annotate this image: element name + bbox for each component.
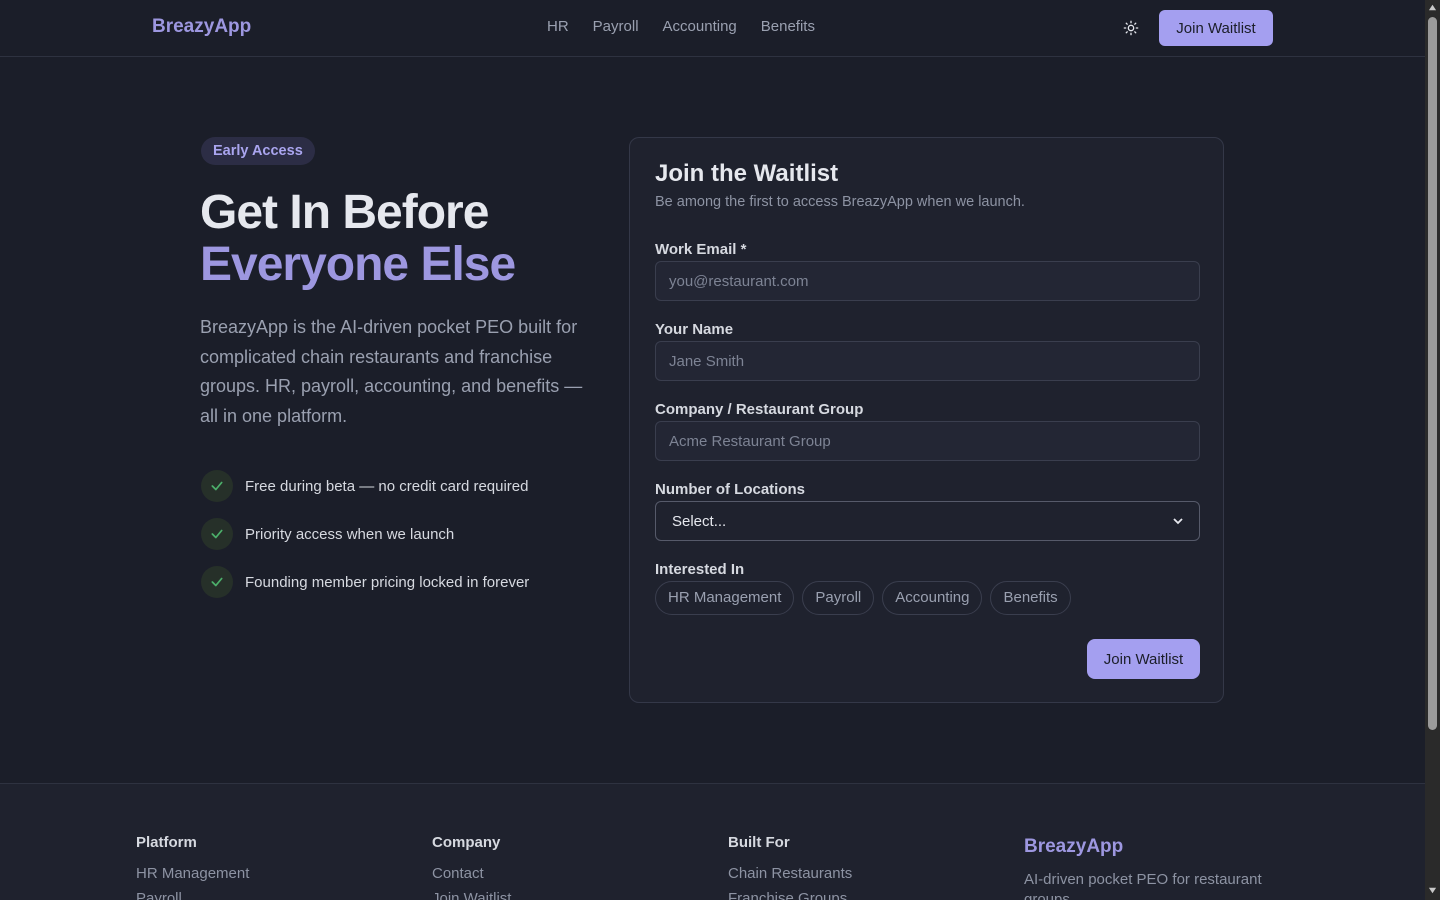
page: BreazyApp HR Payroll Accounting Benefits… [0,0,1425,900]
footer-column-title: Platform [136,834,197,851]
email-field[interactable] [655,261,1200,301]
email-label: Work Email * [655,241,747,258]
nav-link-benefits[interactable]: Benefits [761,18,815,35]
feature-item: Free during beta — no credit card requir… [201,470,529,502]
footer: Platform HR Management Payroll Company C… [0,783,1425,900]
check-icon [201,470,233,502]
brand-logo[interactable]: BreazyApp [152,16,251,38]
footer-column-platform: Platform HR Management Payroll [136,834,249,900]
locations-label: Number of Locations [655,481,806,498]
name-field[interactable] [655,341,1200,381]
chip-benefits[interactable]: Benefits [990,581,1071,615]
company-label: Company / Restaurant Group [655,401,864,418]
form-subtitle: Be among the first to access BreazyApp w… [655,194,1025,210]
feature-text: Priority access when we launch [245,525,455,543]
footer-description: AI-driven pocket PEO for restaurant grou… [1024,871,1262,900]
footer-column-title: Company [432,834,501,851]
footer-column-built-for: Built For Chain Restaurants Franchise Gr… [728,834,852,900]
hero-title-line2: Everyone Else [200,238,516,291]
submit-join-waitlist-button[interactable]: Join Waitlist [1087,639,1200,679]
feature-item: Founding member pricing locked in foreve… [201,566,529,598]
form-title: Join the Waitlist [655,160,839,187]
sun-icon [1123,20,1139,36]
check-icon [201,518,233,550]
company-field[interactable] [655,421,1200,461]
header-join-waitlist-button[interactable]: Join Waitlist [1159,10,1273,46]
waitlist-form-card: Join the Waitlist Be among the first to … [629,137,1224,703]
footer-link[interactable]: Franchise Groups [728,890,852,900]
interest-chips: HR Management Payroll Accounting Benefit… [655,581,1071,615]
hero-description: BreazyApp is the AI-driven pocket PEO bu… [200,317,583,426]
feature-text: Founding member pricing locked in foreve… [245,573,530,591]
nav-link-payroll[interactable]: Payroll [593,18,639,35]
scroll-up-arrow-icon[interactable] [1428,3,1437,12]
locations-select-value: Select... [672,512,727,530]
nav-link-hr[interactable]: HR [547,18,569,35]
hero-title: Get In Before Everyone Else [200,186,516,291]
hero-title-line1: Get In Before [200,186,489,239]
footer-link[interactable]: Payroll [136,890,249,900]
chevron-down-icon [1173,518,1183,525]
footer-link[interactable]: Join Waitlist [432,890,511,900]
main-nav: HR Payroll Accounting Benefits [547,18,815,35]
top-nav: BreazyApp HR Payroll Accounting Benefits… [0,0,1425,57]
footer-link[interactable]: Chain Restaurants [728,865,852,882]
footer-column-company: Company Contact Join Waitlist [432,834,511,900]
footer-link[interactable]: Contact [432,865,511,882]
locations-select[interactable]: Select... [655,501,1200,541]
chip-accounting[interactable]: Accounting [882,581,983,615]
interest-label: Interested In [655,561,745,578]
scroll-down-arrow-icon[interactable] [1428,886,1437,895]
page-scrollbar[interactable] [1425,0,1440,900]
chip-hr-management[interactable]: HR Management [655,581,795,615]
scrollbar-thumb[interactable] [1428,17,1437,730]
footer-brand: BreazyApp [1024,836,1124,857]
check-icon [201,566,233,598]
feature-item: Priority access when we launch [201,518,529,550]
nav-link-accounting[interactable]: Accounting [663,18,737,35]
footer-column-title: Built For [728,834,790,851]
theme-toggle-button[interactable] [1118,15,1144,41]
footer-link[interactable]: HR Management [136,865,249,882]
feature-list: Free during beta — no credit card requir… [201,470,529,614]
feature-text: Free during beta — no credit card requir… [245,477,529,495]
early-access-badge: Early Access [201,137,315,165]
chip-payroll[interactable]: Payroll [802,581,875,615]
name-label: Your Name [655,321,734,338]
